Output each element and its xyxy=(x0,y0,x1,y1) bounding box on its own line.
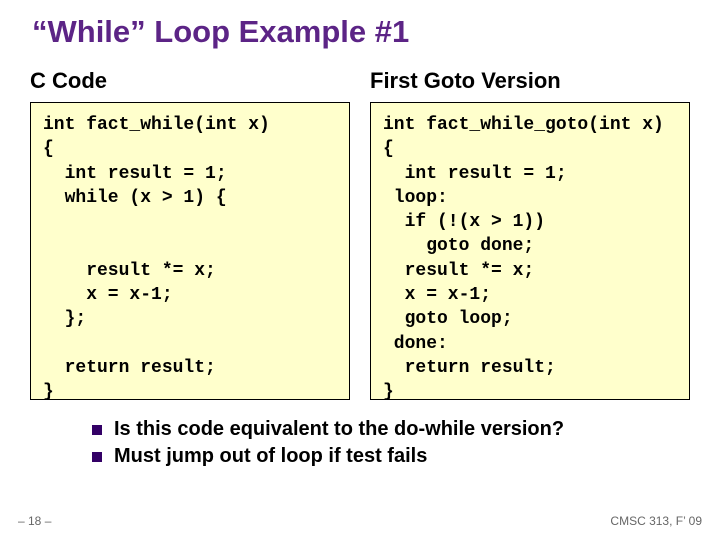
bullet-list: Is this code equivalent to the do-while … xyxy=(92,418,720,468)
left-column: C Code int fact_while(int x) { int resul… xyxy=(30,68,350,400)
square-bullet-icon xyxy=(92,452,102,462)
slide-title: “While” Loop Example #1 xyxy=(0,0,720,50)
bullet-text: Is this code equivalent to the do-while … xyxy=(114,418,564,441)
bullet-item: Is this code equivalent to the do-while … xyxy=(92,418,720,441)
right-heading: First Goto Version xyxy=(370,68,690,94)
c-code-box: int fact_while(int x) { int result = 1; … xyxy=(30,102,350,400)
bullet-item: Must jump out of loop if test fails xyxy=(92,445,720,468)
square-bullet-icon xyxy=(92,425,102,435)
left-heading: C Code xyxy=(30,68,350,94)
goto-code-box: int fact_while_goto(int x) { int result … xyxy=(370,102,690,400)
right-column: First Goto Version int fact_while_goto(i… xyxy=(370,68,690,400)
slide-number: – 18 – xyxy=(18,514,51,528)
course-label: CMSC 313, F’ 09 xyxy=(610,514,702,528)
bullet-text: Must jump out of loop if test fails xyxy=(114,445,427,468)
content-row: C Code int fact_while(int x) { int resul… xyxy=(0,50,720,400)
